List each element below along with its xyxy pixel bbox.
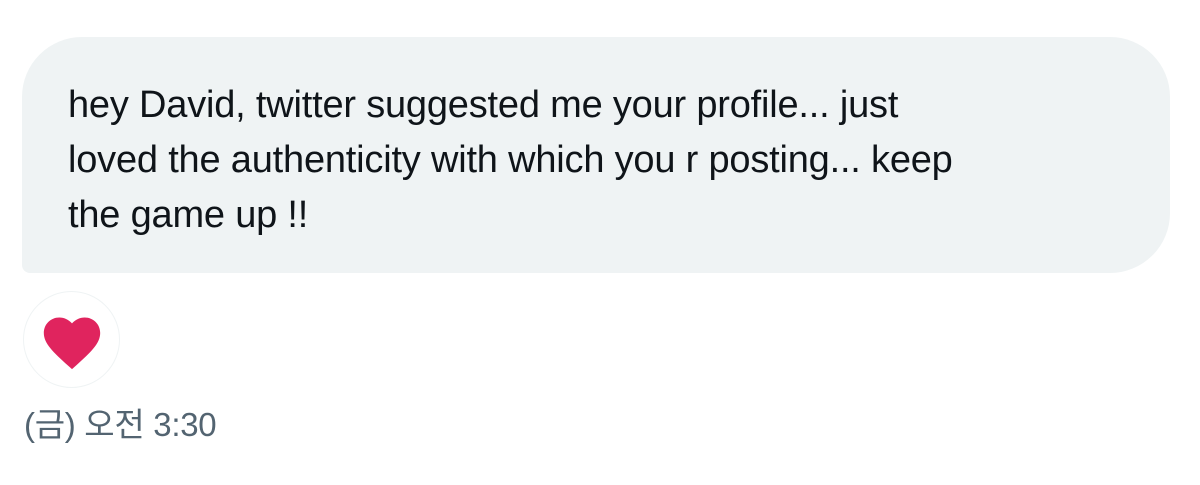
message-bubble[interactable]: hey David, twitter suggested me your pro…: [22, 37, 1170, 273]
message-text: hey David, twitter suggested me your pro…: [68, 84, 953, 236]
message-timestamp: (금) 오전 3:30: [24, 406, 217, 443]
reaction-badge[interactable]: [23, 291, 120, 388]
heart-icon: [43, 316, 100, 369]
dm-message[interactable]: hey David, twitter suggested me your pro…: [22, 37, 1170, 273]
